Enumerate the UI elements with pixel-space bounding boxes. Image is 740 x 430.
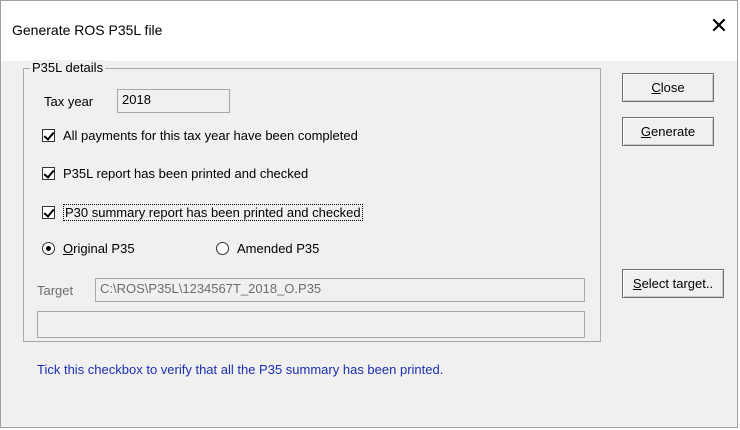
close-button[interactable]: Close (622, 73, 714, 102)
close-accel-letter: C (651, 80, 661, 95)
target-label: Target (37, 283, 74, 298)
hint-text: Tick this checkbox to verify that all th… (37, 362, 444, 377)
tax-year-label: Tax year (44, 94, 94, 109)
title-bar: Generate ROS P35L file ✕ (1, 1, 737, 61)
amended-p35-radio-row[interactable]: Amended P35 (216, 239, 319, 257)
amended-p35-label: Amended P35 (237, 240, 320, 256)
p30-printed-checkbox-row[interactable]: P30 summary report has been printed and … (42, 202, 363, 222)
original-p35-label: Original P35 (63, 241, 135, 256)
select-target-button[interactable]: Select target.. (622, 269, 724, 298)
original-accel-letter: O (63, 240, 74, 256)
target-status-field (37, 311, 585, 338)
dialog-title: Generate ROS P35L file (12, 22, 163, 38)
p30-printed-checkbox[interactable] (42, 205, 55, 219)
select-target-button-label: elect target.. (641, 276, 714, 291)
generate-ros-dialog: Generate ROS P35L file ✕ P35L details Ta… (0, 0, 738, 428)
payments-completed-checkbox-row[interactable]: All payments for this tax year have been… (42, 126, 358, 144)
close-window-icon[interactable]: ✕ (709, 15, 729, 37)
generate-button[interactable]: Generate (622, 117, 714, 146)
close-button-label: lose (660, 80, 685, 95)
p35l-printed-checkbox[interactable] (42, 166, 55, 180)
generate-button-label: enerate (651, 124, 696, 139)
p35l-printed-checkbox-row[interactable]: P35L report has been printed and checked (42, 164, 308, 182)
amended-p35-radio[interactable] (216, 241, 229, 255)
original-p35-radio[interactable] (42, 241, 55, 255)
target-path-field[interactable]: C:\ROS\P35L\1234567T_2018_O.P35 (95, 278, 585, 302)
group-legend: P35L details (30, 60, 106, 75)
original-p35-label-rest: riginal P35 (73, 240, 135, 256)
payments-completed-checkbox[interactable] (42, 128, 55, 142)
payments-completed-label: All payments for this tax year have been… (63, 127, 358, 143)
generate-accel-letter: G (640, 124, 652, 139)
p30-printed-label: P30 summary report has been printed and … (63, 203, 363, 221)
select-target-accel-letter: S (632, 276, 642, 291)
p35l-printed-label: P35L report has been printed and checked (63, 165, 309, 181)
tax-year-field[interactable]: 2018 (117, 89, 230, 113)
original-p35-radio-row[interactable]: Original P35 (42, 239, 135, 257)
